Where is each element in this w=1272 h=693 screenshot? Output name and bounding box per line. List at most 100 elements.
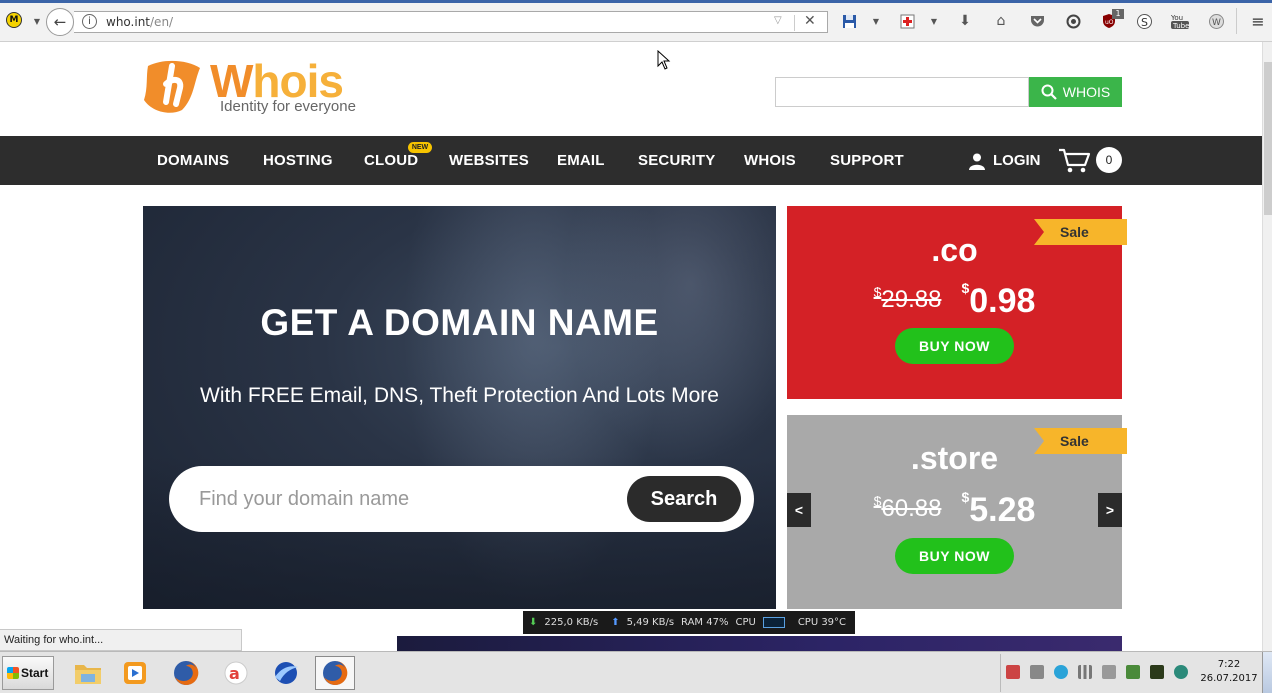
svg-text:a: a <box>229 664 240 683</box>
download-speed: 225,0 KB/s <box>544 617 599 628</box>
old-price-value: 29.88 <box>881 286 942 313</box>
hero-banner: GET A DOMAIN NAME With FREE Email, DNS, … <box>143 206 776 609</box>
youtube-icon[interactable]: You Tube <box>1170 11 1190 31</box>
logo-tagline: Identity for everyone <box>220 98 356 115</box>
home-icon[interactable]: ⌂ <box>991 11 1011 31</box>
info-icon[interactable]: i <box>82 14 97 29</box>
save-icon[interactable] <box>839 11 859 31</box>
new-price: $0.98 <box>961 280 1035 321</box>
pocket-icon[interactable] <box>1027 11 1047 31</box>
header-search-button-label: WHOIS <box>1062 84 1111 100</box>
hero-title: GET A DOMAIN NAME <box>260 302 659 343</box>
buy-now-button[interactable]: BUY NOW <box>895 328 1014 364</box>
carousel-next-button[interactable]: > <box>1098 493 1122 527</box>
new-price-currency: $ <box>961 489 970 505</box>
media-player-taskbar-icon[interactable] <box>115 656 155 690</box>
tray-network-icon[interactable] <box>1078 665 1092 679</box>
domain-search-input[interactable] <box>199 484 619 514</box>
domain-search-box: Search <box>169 466 754 532</box>
nav-item-support[interactable]: SUPPORT <box>830 136 904 185</box>
tray-monitor-icon[interactable] <box>1150 665 1164 679</box>
old-price: $60.88 <box>873 493 942 523</box>
nav-item-websites[interactable]: WEBSITES <box>449 136 529 185</box>
nav-item-email[interactable]: EMAIL <box>557 136 605 185</box>
windows-logo-icon <box>7 667 19 679</box>
nav-item-security[interactable]: SECURITY <box>638 136 715 185</box>
arrow-up-icon: ⬆ <box>611 617 620 628</box>
url-dropdown-icon[interactable]: ▽ <box>774 15 782 26</box>
firefox-taskbar-icon[interactable] <box>166 656 206 690</box>
app-a-taskbar-icon[interactable]: a <box>216 656 256 690</box>
clock-date: 26.07.2017 <box>1200 673 1258 684</box>
network-monitor-widget: ⬇ 225,0 KB/s ⬆ 5,49 KB/s RAM 47% CPU CPU… <box>523 611 855 634</box>
tray-app-icon[interactable] <box>1054 665 1068 679</box>
download-icon[interactable]: ⬇ <box>955 11 975 31</box>
tray-security-icon[interactable] <box>1006 665 1020 679</box>
header-search-button[interactable]: WHOIS <box>1029 77 1122 107</box>
ram-usage: RAM 47% <box>681 617 729 628</box>
addon-m-icon[interactable]: M <box>6 12 22 28</box>
nav-item-whois[interactable]: WHOIS <box>744 136 796 185</box>
login-link[interactable]: LOGIN <box>968 136 1041 185</box>
start-button[interactable]: Start <box>2 656 54 690</box>
scrollbar-thumb[interactable] <box>1264 62 1272 215</box>
cart-icon <box>1059 148 1091 173</box>
new-price: $5.28 <box>961 489 1036 530</box>
buy-now-button[interactable]: BUY NOW <box>895 538 1014 574</box>
browser-status-text: Waiting for who.int... <box>0 629 242 651</box>
promo-tld: .store <box>910 440 999 476</box>
svg-text:uO: uO <box>1105 19 1114 26</box>
promo-price-row: $29.88 $0.98 <box>787 280 1122 321</box>
taskbar-clock[interactable]: 7:22 26.07.2017 <box>1198 658 1260 686</box>
site-header: Whois Identity for everyone WHOIS <box>0 42 1262 136</box>
main-nav: DOMAINS HOSTING CLOUD NEW WEBSITES EMAIL… <box>0 136 1262 185</box>
mouse-cursor-icon <box>657 50 671 70</box>
start-label: Start <box>21 666 49 680</box>
stop-loading-icon[interactable]: ✕ <box>804 13 816 29</box>
cpu-temperature: CPU 39°C <box>797 617 847 628</box>
tray-separator <box>1000 654 1001 692</box>
url-host: who.int <box>106 15 151 29</box>
app-blue-taskbar-icon[interactable] <box>266 656 306 690</box>
url-path: /en/ <box>150 15 174 29</box>
nav-item-domains[interactable]: DOMAINS <box>157 136 229 185</box>
ublock-count-badge: 1 <box>1112 9 1124 19</box>
tray-volume-icon[interactable] <box>1102 665 1116 679</box>
arrow-down-icon: ⬇ <box>529 617 538 628</box>
new-price-value: 5.28 <box>969 491 1036 529</box>
header-search-input[interactable] <box>775 77 1029 107</box>
page-scrollbar[interactable] <box>1262 42 1272 651</box>
old-price-currency: $ <box>873 493 882 509</box>
chevron-down-icon[interactable]: ▼ <box>866 11 886 31</box>
url-text[interactable]: who.int/en/ <box>106 15 173 29</box>
sync-icon[interactable] <box>1063 11 1083 31</box>
tray-sync-icon[interactable] <box>1174 665 1188 679</box>
tray-device-icon[interactable] <box>1030 665 1044 679</box>
domain-search-button[interactable]: Search <box>627 476 741 522</box>
back-button[interactable]: ← <box>46 8 74 36</box>
svg-text:You: You <box>1171 14 1183 22</box>
cpu-label: CPU <box>735 617 756 628</box>
menu-icon[interactable]: ≡ <box>1248 11 1268 31</box>
window-top-edge <box>0 0 1272 3</box>
first-aid-icon[interactable] <box>897 11 917 31</box>
url-bar[interactable]: i who.int/en/ ▽ ✕ <box>74 11 828 33</box>
chevron-down-icon[interactable]: ▼ <box>27 11 47 31</box>
firefox-active-taskbar-icon[interactable] <box>315 656 355 690</box>
chevron-down-icon[interactable]: ▼ <box>924 11 944 31</box>
promo-card-store: Sale .store $60.88 $5.28 BUY NOW <box>787 415 1127 609</box>
tray-shield-icon[interactable] <box>1126 665 1140 679</box>
logo-mark-icon[interactable] <box>142 58 204 116</box>
show-desktop-button[interactable] <box>1262 652 1272 693</box>
s-addon-icon[interactable]: S <box>1134 11 1154 31</box>
new-price-currency: $ <box>961 280 970 296</box>
w-addon-icon[interactable]: W <box>1206 11 1226 31</box>
screen: M ▼ ← i who.int/en/ ▽ ✕ ▼ ▼ ⬇ ⌂ uO 1 S Y… <box>0 0 1272 693</box>
nav-item-hosting[interactable]: HOSTING <box>263 136 333 185</box>
user-icon <box>969 153 985 170</box>
taskbar: Start a 7:22 26.07.2017 <box>0 651 1272 693</box>
carousel-prev-button[interactable]: < <box>787 493 811 527</box>
explorer-taskbar-icon[interactable] <box>68 656 108 690</box>
login-label: LOGIN <box>993 152 1041 169</box>
old-price: $29.88 <box>874 284 942 314</box>
